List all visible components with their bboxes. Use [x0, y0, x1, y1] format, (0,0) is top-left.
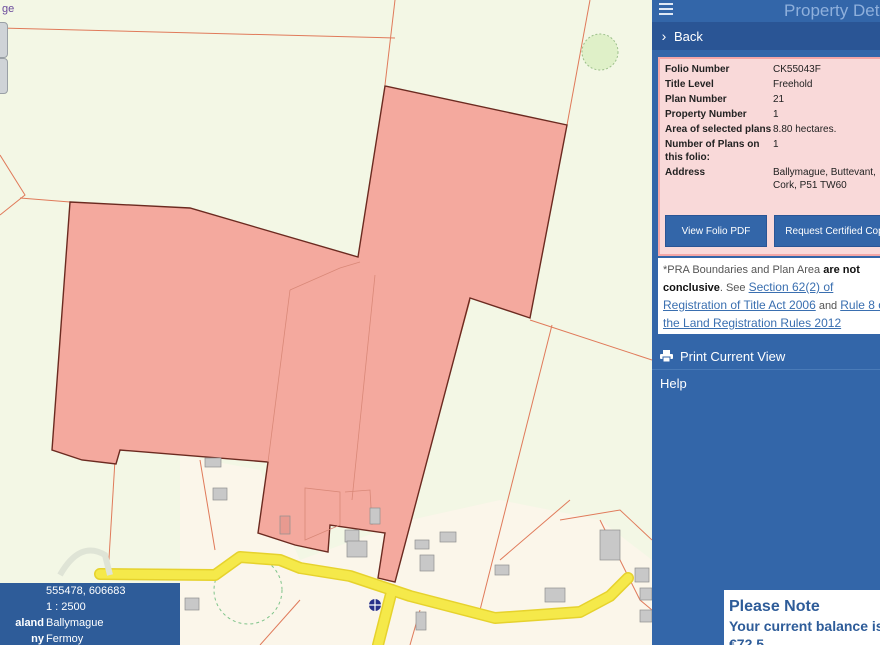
- folio-details-card: Folio Number CK55043F Title Level Freehold…: [658, 57, 880, 256]
- panel-title: Property Det: [784, 1, 880, 20]
- back-button[interactable]: › Back: [652, 22, 880, 50]
- view-folio-pdf-button[interactable]: View Folio PDF: [665, 215, 767, 247]
- note-line: Your current balance is: [729, 618, 880, 634]
- detail-row: Number of Plans on this folio: 1: [665, 139, 779, 163]
- print-label: Print Current View: [680, 348, 786, 364]
- detail-row: Plan Number 21: [665, 94, 785, 105]
- detail-row: Folio Number CK55043F: [665, 64, 821, 75]
- chevron-right-icon: ›: [661, 28, 667, 44]
- map-info-box: 555478, 606683 1 : 2500 aland Ballymague…: [0, 583, 180, 645]
- zoom-in-button[interactable]: [0, 22, 8, 58]
- request-certified-copy-button[interactable]: Request Certified Copy: [774, 215, 880, 247]
- zoom-out-button[interactable]: [0, 58, 8, 94]
- map-view[interactable]: ge 555478, 606683 1 : 2500 aland Ballyma…: [0, 0, 652, 645]
- info-row-townland: aland Ballymague: [15, 617, 104, 629]
- printer-icon: [660, 350, 673, 362]
- map-canvas[interactable]: [0, 0, 652, 645]
- menu-icon[interactable]: [659, 3, 673, 15]
- balance-note: Please Note Your current balance is €72.…: [724, 590, 880, 645]
- note-heading: Please Note: [729, 598, 820, 615]
- detail-row: Area of selected plans 8.80 hectares.: [665, 124, 837, 135]
- panel-header: Property Det: [652, 0, 880, 22]
- info-row-barony: ny Fermoy: [31, 633, 84, 645]
- detail-row: Address Ballymague, Buttevant, Cork, P51 …: [665, 167, 876, 191]
- note-balance: €72.5: [729, 636, 765, 645]
- print-current-view-button[interactable]: Print Current View: [652, 343, 880, 370]
- map-tab[interactable]: ge: [0, 0, 16, 18]
- back-label: Back: [674, 28, 703, 44]
- folio-details-table: Folio Number CK55043F Title Level Freehold…: [665, 62, 880, 193]
- detail-row: Title Level Freehold: [665, 79, 813, 90]
- green-area: [581, 33, 619, 71]
- info-row-coordinates: 555478, 606683: [46, 585, 126, 597]
- property-details-panel: Property Det › Back Folio Number CK55043F…: [652, 0, 880, 645]
- boundary-disclaimer: *PRA Boundaries and Plan Area are not co…: [658, 258, 880, 334]
- info-row-scale: 1 : 2500: [46, 601, 86, 613]
- help-link[interactable]: Help: [660, 376, 687, 391]
- detail-row: Property Number 1: [665, 109, 779, 120]
